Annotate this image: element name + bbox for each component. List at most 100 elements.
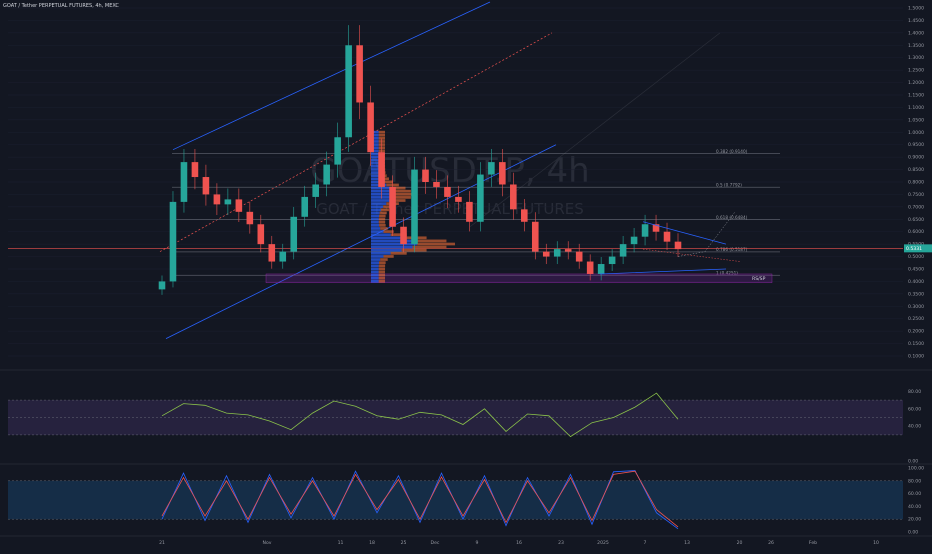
volume-profile-bar — [379, 261, 386, 265]
candle-body[interactable] — [312, 184, 319, 197]
price-tick-label: 0.7500 — [908, 192, 924, 198]
candle-body[interactable] — [455, 196, 462, 202]
time-tick-label: 7 — [644, 540, 647, 546]
volume-profile-bar — [371, 161, 379, 165]
fib-level-label: 0.382 (0.9140) — [716, 149, 748, 154]
candle-body[interactable] — [191, 162, 199, 178]
candle-body[interactable] — [235, 199, 243, 212]
price-tick-label: 1.0500 — [908, 117, 924, 123]
candle-body[interactable] — [521, 209, 528, 222]
candle-body[interactable] — [499, 162, 506, 185]
volume-profile-bar — [371, 155, 379, 159]
candle-body[interactable] — [268, 244, 276, 262]
time-tick-label: 16 — [516, 540, 522, 546]
volume-profile-bar — [379, 214, 386, 218]
candle-body[interactable] — [564, 249, 572, 252]
price-tick-label: 0.2500 — [908, 316, 924, 322]
chart-title: GOAT / Tether PERPETUAL FUTURES, 4h, MEX… — [3, 3, 119, 9]
oscillator-tick-label: 60.00 — [908, 406, 921, 412]
volume-profile-bar — [378, 267, 386, 271]
candle-body[interactable] — [531, 221, 539, 252]
candle-body[interactable] — [575, 251, 583, 262]
candle-body[interactable] — [279, 251, 287, 262]
candle-body[interactable] — [542, 251, 550, 257]
candle-body[interactable] — [400, 226, 407, 245]
price-tick-label: 1.2000 — [908, 80, 924, 86]
volume-profile-bar — [380, 208, 389, 212]
candle-body[interactable] — [158, 281, 166, 290]
candle-body[interactable] — [608, 256, 616, 265]
price-tick-label: 0.6000 — [908, 229, 924, 235]
time-tick-label: 10 — [873, 540, 879, 546]
price-tick-label: 0.3000 — [908, 304, 924, 310]
candle-body[interactable] — [378, 152, 385, 187]
candle-body[interactable] — [444, 186, 451, 197]
oscillator-tick-label: 80.00 — [908, 478, 921, 484]
candle-body[interactable] — [586, 261, 594, 274]
candle-body[interactable] — [367, 102, 374, 153]
volume-profile-bar — [371, 273, 379, 277]
candle-body[interactable] — [663, 231, 671, 242]
chart-area[interactable]: GOATUSDT.P, 4h GOAT / Tether PERPETUAL F… — [0, 0, 932, 550]
candle-body[interactable] — [641, 224, 649, 237]
time-tick-label: 20 — [737, 540, 743, 546]
volume-profile-bar — [371, 217, 379, 221]
candle-body[interactable] — [202, 177, 210, 195]
volume-profile-bar — [371, 186, 390, 190]
candle-body[interactable] — [224, 199, 232, 205]
candle-body[interactable] — [466, 201, 473, 222]
candle-body[interactable] — [246, 211, 254, 225]
volume-profile-bar — [371, 270, 379, 274]
chart-svg[interactable]: GOATUSDT.P, 4h GOAT / Tether PERPETUAL F… — [0, 0, 932, 550]
volume-profile-bar — [390, 251, 407, 255]
volume-profile-bar — [371, 236, 402, 240]
time-tick-label: 11 — [338, 540, 344, 546]
oscillator-tick-label: 20.00 — [908, 517, 921, 523]
candle-body[interactable] — [597, 264, 605, 274]
volume-profile-bar — [371, 255, 384, 258]
candle-body[interactable] — [553, 249, 561, 257]
candle-body[interactable] — [334, 137, 341, 165]
volume-profile-bar — [383, 230, 394, 233]
candle-body[interactable] — [323, 164, 330, 185]
candle-body[interactable] — [345, 45, 352, 138]
candle-body[interactable] — [257, 224, 265, 245]
price-tick-label: 0.4000 — [908, 279, 924, 285]
candle-body[interactable] — [619, 244, 627, 257]
candle-body[interactable] — [169, 201, 177, 282]
volume-profile-bar — [412, 245, 447, 249]
candle-body[interactable] — [510, 184, 517, 210]
price-tick-label: 1.3500 — [908, 43, 924, 49]
volume-profile-bar — [380, 258, 388, 261]
candle-body[interactable] — [422, 169, 429, 182]
time-tick-label: 13 — [684, 540, 690, 546]
volume-profile-bar — [371, 171, 380, 174]
fib-level-label: 0.5 (0.7792) — [716, 182, 742, 187]
volume-profile-bar — [378, 273, 386, 277]
volume-profile-bar — [378, 270, 386, 274]
candle-body[interactable] — [674, 241, 682, 250]
candle-body[interactable] — [301, 196, 309, 217]
volume-profile-bar — [380, 227, 388, 230]
candle-body[interactable] — [488, 162, 495, 175]
volume-profile-bar — [371, 242, 418, 246]
oscillator-tick-label: 100.00 — [908, 466, 924, 472]
price-tick-label: 0.4500 — [908, 267, 924, 273]
candle-body[interactable] — [180, 162, 188, 202]
support-resistance-zone[interactable] — [265, 273, 773, 283]
candle-body[interactable] — [389, 186, 396, 227]
volume-profile-bar — [394, 192, 413, 196]
price-tick-label: 0.1000 — [908, 354, 924, 360]
candle-body[interactable] — [213, 194, 221, 205]
candle-body[interactable] — [290, 216, 298, 252]
oscillator-band — [8, 480, 903, 520]
candle-body[interactable] — [630, 236, 638, 245]
time-tick-label: 21 — [159, 540, 165, 546]
candle-body[interactable] — [411, 169, 418, 245]
volume-profile-bar — [371, 261, 380, 265]
candle-body[interactable] — [356, 45, 363, 103]
candle-body[interactable] — [433, 182, 440, 187]
oscillator-tick-label: 40.00 — [908, 424, 921, 430]
volume-profile-bar — [371, 248, 402, 252]
candle-body[interactable] — [477, 174, 484, 222]
